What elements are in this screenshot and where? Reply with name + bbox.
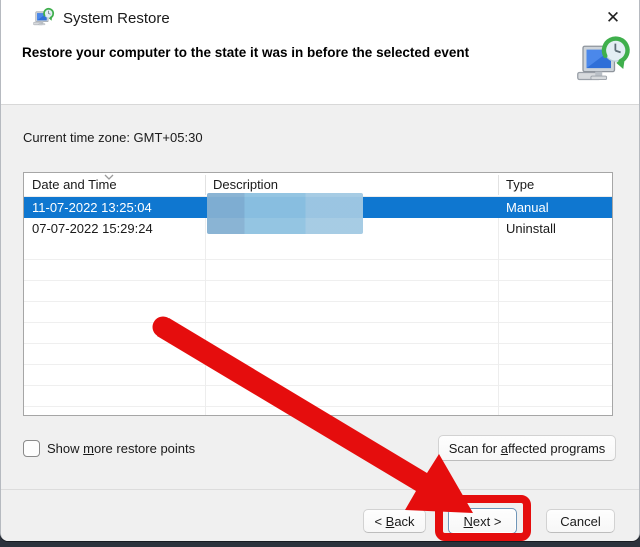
column-header-label: Description	[213, 177, 279, 192]
next-button[interactable]: Next >	[448, 508, 517, 534]
restore-point-date: 07-07-2022 15:29:24	[32, 221, 153, 236]
window-title: System Restore	[63, 10, 170, 27]
cancel-button[interactable]: Cancel	[546, 509, 615, 533]
close-icon: ✕	[605, 8, 621, 27]
timezone-label: Current time zone: GMT+05:30	[23, 130, 203, 145]
scan-affected-programs-button[interactable]: Scan for affected programs	[438, 435, 616, 461]
table-gridlines	[24, 239, 612, 415]
column-header-type[interactable]: Type	[498, 173, 612, 197]
close-button[interactable]: ✕	[601, 6, 625, 30]
show-more-label: Show more restore points	[47, 440, 196, 456]
restore-point-type: Manual	[506, 200, 549, 215]
column-separator	[498, 175, 499, 195]
titlebar: System Restore ✕	[1, 0, 639, 36]
system-restore-icon	[32, 7, 55, 29]
system-restore-illustration-icon	[576, 34, 632, 90]
restore-point-type: Uninstall	[506, 221, 556, 236]
restore-point-date: 11-07-2022 13:25:04	[32, 200, 152, 215]
column-header-date-time[interactable]: Date and Time	[24, 173, 205, 197]
system-restore-window: System Restore ✕ Restore your computer t…	[0, 0, 640, 541]
screenshot-stage: System Restore ✕ Restore your computer t…	[0, 0, 640, 547]
redacted-description-blur	[207, 193, 363, 234]
sort-chevron-icon	[104, 174, 114, 180]
header-section: System Restore ✕ Restore your computer t…	[1, 0, 639, 105]
column-separator	[205, 175, 206, 195]
show-more-checkbox[interactable]	[23, 439, 40, 457]
wizard-heading: Restore your computer to the state it wa…	[22, 45, 470, 60]
column-header-label: Type	[506, 177, 535, 192]
footer-bar: < Back Next > Cancel	[1, 489, 639, 541]
restore-points-table: Date and Time Description Type 11-07-202…	[23, 172, 613, 416]
back-button[interactable]: < Back	[363, 509, 426, 533]
show-more-row: Show more restore points	[23, 438, 195, 458]
